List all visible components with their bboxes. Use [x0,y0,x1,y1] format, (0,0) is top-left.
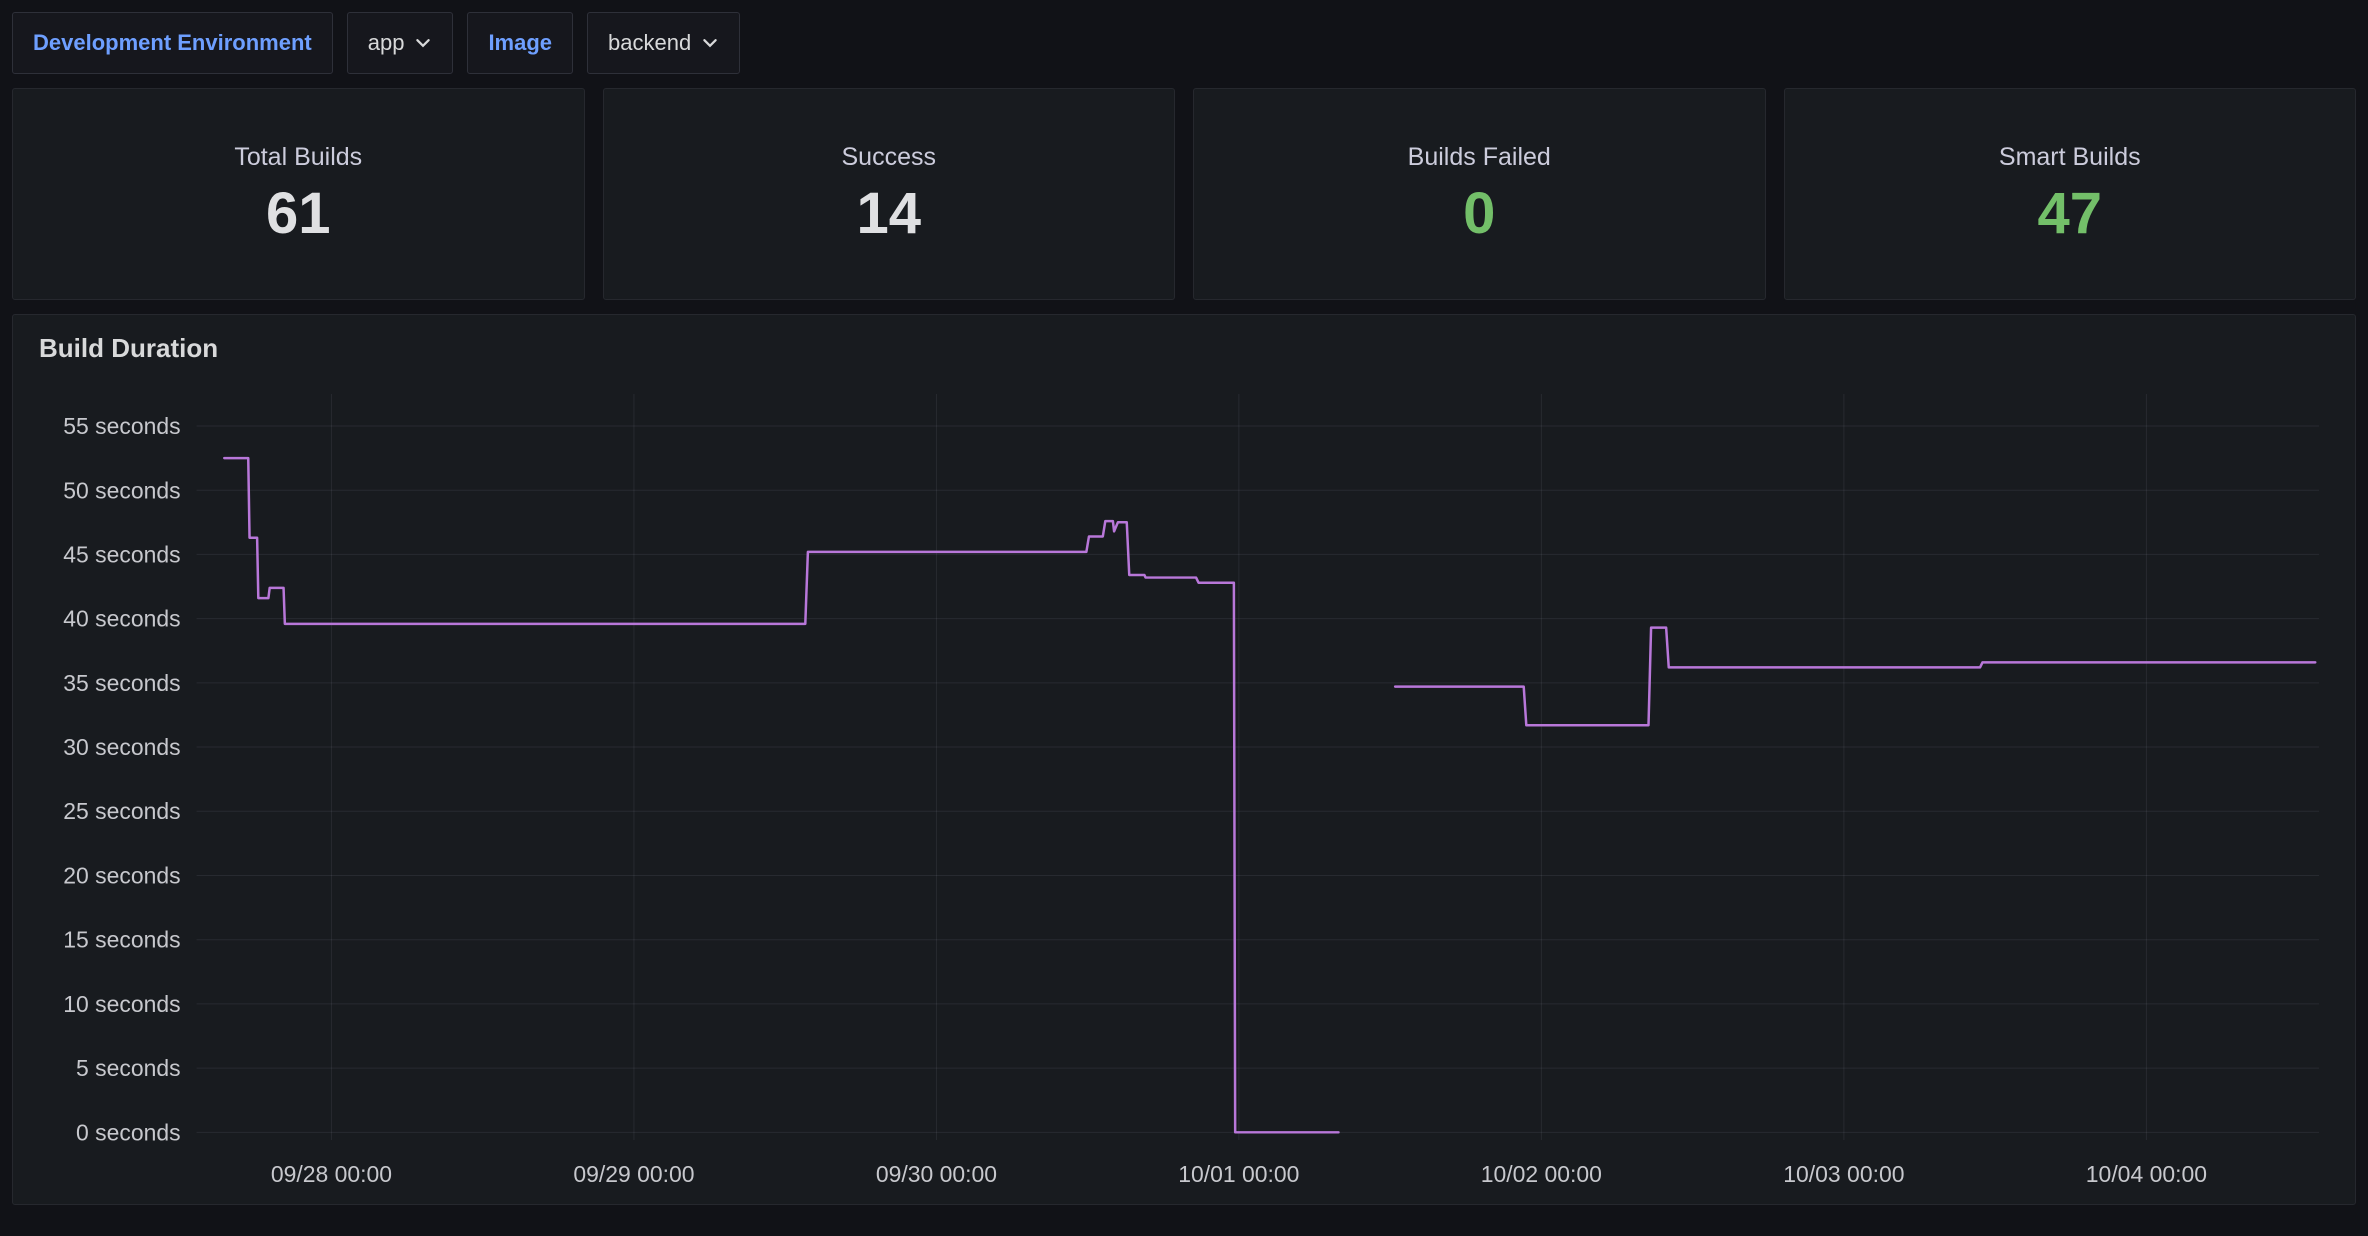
stat-title: Total Builds [234,143,362,172]
app-dropdown-value: app [368,30,405,56]
svg-text:55 seconds: 55 seconds [63,413,180,439]
chevron-down-icon [701,34,719,52]
svg-text:10/03 00:00: 10/03 00:00 [1783,1161,1904,1187]
stat-value: 14 [856,182,921,246]
svg-text:09/30 00:00: 09/30 00:00 [876,1161,997,1187]
svg-text:30 seconds: 30 seconds [63,734,180,760]
svg-text:10/02 00:00: 10/02 00:00 [1481,1161,1602,1187]
datasource-label: Development Environment [33,30,312,56]
stat-panels-row: Total Builds 61 Success 14 Builds Failed… [12,88,2356,300]
svg-text:10/04 00:00: 10/04 00:00 [2086,1161,2207,1187]
stat-title: Smart Builds [1999,143,2141,172]
stat-value: 47 [2037,182,2102,246]
panel-title[interactable]: Build Duration [27,329,2345,370]
svg-text:25 seconds: 25 seconds [63,798,180,824]
stat-title: Success [842,143,936,172]
svg-text:45 seconds: 45 seconds [63,541,180,567]
svg-text:10 seconds: 10 seconds [63,991,180,1017]
image-label: Image [488,30,552,56]
chevron-down-icon [414,34,432,52]
stat-panel-total-builds: Total Builds 61 [12,88,585,300]
image-dropdown[interactable]: backend [587,12,740,74]
svg-text:0 seconds: 0 seconds [76,1119,181,1145]
app-dropdown[interactable]: app [347,12,454,74]
datasource-picker[interactable]: Development Environment [12,12,333,74]
stat-panel-smart-builds: Smart Builds 47 [1784,88,2357,300]
svg-text:09/29 00:00: 09/29 00:00 [573,1161,694,1187]
image-filter-label[interactable]: Image [467,12,573,74]
filter-bar: Development Environment app Image backen… [12,12,2356,74]
svg-text:15 seconds: 15 seconds [63,927,180,953]
svg-text:5 seconds: 5 seconds [76,1055,181,1081]
svg-text:20 seconds: 20 seconds [63,862,180,888]
stat-panel-builds-failed: Builds Failed 0 [1193,88,1766,300]
build-duration-panel: Build Duration 0 seconds 5 seconds 10 seco… [12,314,2356,1205]
image-dropdown-value: backend [608,30,691,56]
build-duration-chart[interactable]: 0 seconds 5 seconds 10 seconds 15 seconds 20… [27,370,2345,1198]
svg-text:10/01 00:00: 10/01 00:00 [1178,1161,1299,1187]
svg-text:35 seconds: 35 seconds [63,670,180,696]
svg-text:50 seconds: 50 seconds [63,477,180,503]
stat-value: 61 [266,182,331,246]
svg-text:09/28 00:00: 09/28 00:00 [271,1161,392,1187]
stat-panel-success: Success 14 [603,88,1176,300]
svg-text:40 seconds: 40 seconds [63,606,180,632]
stat-title: Builds Failed [1408,143,1551,172]
stat-value: 0 [1463,182,1495,246]
